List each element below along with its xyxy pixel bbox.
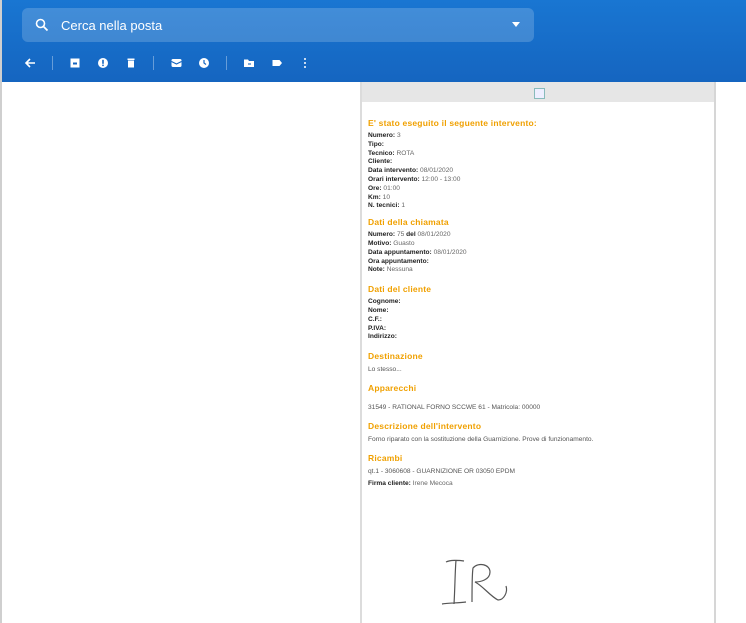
snooze-icon[interactable]: [190, 52, 218, 74]
field-label: Data appuntamento:: [368, 248, 432, 256]
field-data-intervento: Data intervento: 08/01/2020: [368, 167, 708, 176]
field-n-tecnici: N. tecnici: 1: [368, 202, 708, 211]
field-label: Km:: [368, 193, 381, 201]
field-value: 08/01/2020: [420, 167, 454, 175]
field-orari-intervento: Orari intervento: 12:00 - 13:00: [368, 176, 708, 185]
search-icon: [35, 18, 49, 32]
field-label: Tecnico:: [368, 149, 395, 157]
reading-pane: E' stato eseguito il seguente intervento…: [362, 82, 716, 623]
field-label: Tipo:: [368, 140, 384, 148]
field-value: Nessuna: [386, 266, 413, 274]
field-indirizzo: Indirizzo:: [368, 333, 708, 342]
field-value: 3: [396, 132, 401, 139]
field-value: ROTA: [396, 149, 415, 157]
field-label: P.IVA:: [368, 324, 387, 332]
descrizione-text: Forno riparato con la sostituzione della…: [368, 436, 594, 444]
field-label: Data intervento:: [368, 167, 419, 175]
field-numero: Numero: 3: [368, 132, 708, 141]
apparecchi-text: 31549 - RATIONAL FORNO SCCWE 61 - Matric…: [368, 404, 541, 412]
field-label: C.F.:: [368, 315, 382, 323]
destinazione-text: Lo stesso...: [368, 366, 402, 374]
field-label: Numero:: [368, 132, 396, 139]
toolbar-divider: [153, 56, 154, 70]
field-label: Cognome:: [368, 298, 401, 306]
message-toolbar: [16, 52, 319, 74]
field-label: Motivo:: [368, 239, 392, 247]
field-cliente: Cliente:: [368, 158, 708, 167]
field-note: Note: Nessuna: [368, 266, 708, 275]
section-title-chiamata: Dati della chiamata: [368, 217, 449, 228]
field-piva: P.IVA:: [368, 325, 708, 334]
field-value: 01:00: [383, 184, 400, 192]
report-spam-icon[interactable]: [89, 52, 117, 74]
delete-icon[interactable]: [117, 52, 145, 74]
toolbar-divider: [226, 56, 227, 70]
field-chiamata-numero: Numero: 75 del 08/01/2020: [368, 231, 708, 240]
field-label: Cliente:: [368, 158, 393, 166]
field-label: Numero:: [368, 231, 396, 239]
field-data-appuntamento: Data appuntamento: 08/01/2020: [368, 249, 708, 258]
search-input[interactable]: Cerca nella posta: [61, 18, 162, 33]
field-motivo: Motivo: Guasto: [368, 240, 708, 249]
field-label: Ora appuntamento:: [368, 257, 429, 265]
move-to-icon[interactable]: [235, 52, 263, 74]
field-firma-cliente: Firma cliente: Irene Mecoca: [368, 480, 708, 489]
field-label: N. tecnici:: [368, 202, 400, 210]
customer-signature-image: [441, 559, 508, 605]
field-label: Nome:: [368, 306, 389, 314]
field-label: Orari intervento:: [368, 175, 420, 183]
field-value: 08/01/2020: [433, 248, 467, 256]
section-title-cliente: Dati del cliente: [368, 284, 432, 295]
field-tipo: Tipo:: [368, 141, 708, 150]
top-app-bar: Cerca nella posta: [2, 0, 746, 82]
field-label: Note:: [368, 266, 385, 274]
section-title-destinazione: Destinazione: [368, 351, 423, 362]
email-body: E' stato eseguito il seguente intervento…: [362, 102, 714, 489]
broken-image-icon: [534, 88, 545, 99]
field-label: del: [406, 231, 416, 239]
section-title-descrizione: Descrizione dell'intervento: [368, 421, 482, 432]
toolbar-divider: [52, 56, 53, 70]
label-icon[interactable]: [263, 52, 291, 74]
field-value: 12:00 - 13:00: [421, 175, 461, 183]
field-ora-appuntamento: Ora appuntamento:: [368, 258, 708, 267]
mark-unread-icon[interactable]: [162, 52, 190, 74]
field-label: Indirizzo:: [368, 333, 397, 341]
field-value: 1: [401, 202, 406, 210]
field-tecnico: Tecnico: ROTA: [368, 150, 708, 159]
field-value: Guasto: [393, 239, 415, 247]
section-title-apparecchi: Apparecchi: [368, 383, 417, 394]
search-bar[interactable]: Cerca nella posta: [22, 8, 534, 42]
field-label: Ore:: [368, 184, 382, 192]
more-vert-icon[interactable]: [291, 52, 319, 74]
field-label: Firma cliente:: [368, 480, 411, 488]
section-title-intervento: E' stato eseguito il seguente intervento…: [368, 118, 537, 128]
back-arrow-icon[interactable]: [16, 52, 44, 74]
field-cf: C.F.:: [368, 316, 708, 325]
search-options-chevron-down-icon[interactable]: [512, 22, 520, 27]
field-cognome: Cognome:: [368, 298, 708, 307]
archive-icon[interactable]: [61, 52, 89, 74]
section-title-ricambi: Ricambi: [368, 453, 403, 464]
field-km: Km: 10: [368, 194, 708, 203]
field-nome: Nome:: [368, 307, 708, 316]
ricambi-text: qt.1 - 3060608 - GUARNIZIONE OR 03050 EP…: [368, 468, 515, 476]
field-value: 08/01/2020: [417, 231, 451, 239]
field-value: Irene Mecoca: [412, 480, 453, 488]
email-header-image-bar: [362, 82, 714, 102]
field-value: 10: [382, 193, 391, 201]
message-list-pane: [22, 82, 358, 623]
field-ore: Ore: 01:00: [368, 185, 708, 194]
field-value: 75: [396, 231, 405, 239]
